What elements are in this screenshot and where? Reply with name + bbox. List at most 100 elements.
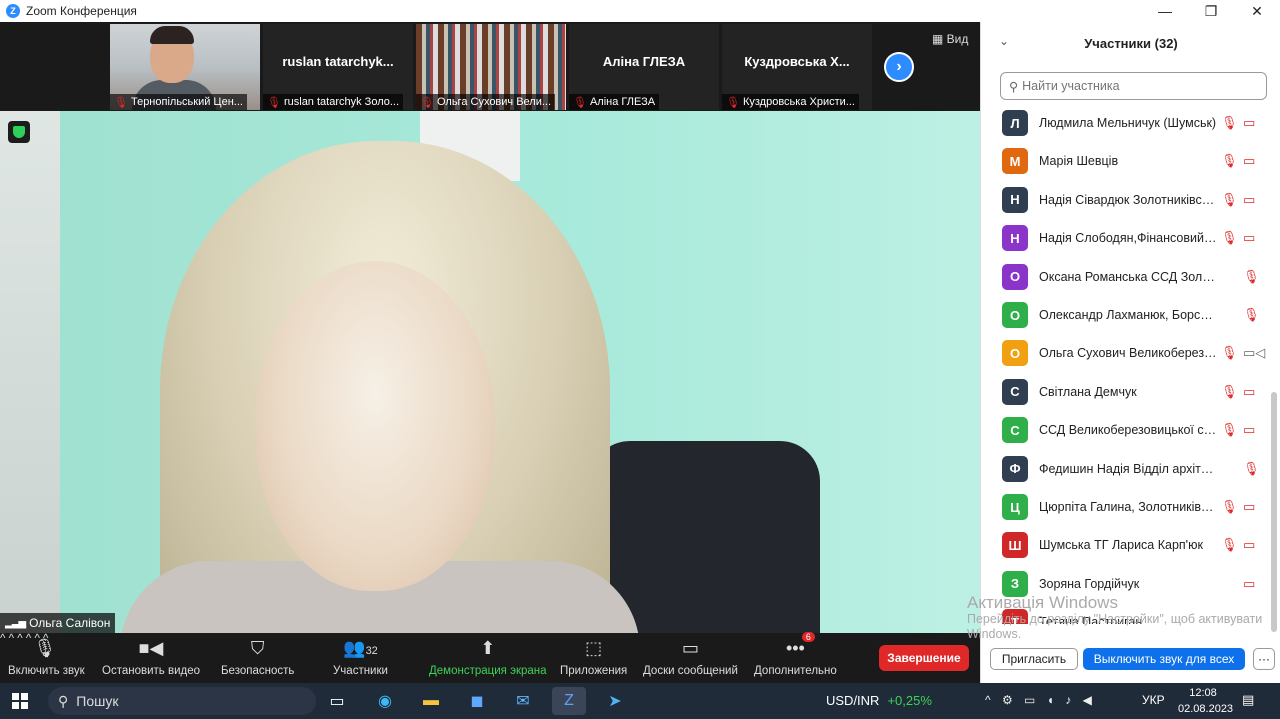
mail-icon[interactable]: ✉ — [506, 687, 540, 715]
participant-avatar: С — [1002, 378, 1028, 405]
unmute-button[interactable]: 🎙 Включить звук — [8, 633, 85, 683]
participant-row[interactable]: Ф Федишин Надія Відділ архітектури,... 🎙 — [981, 450, 1273, 488]
participant-row[interactable]: Н Надія Слободян,Фінансовий ві... 🎙 ▭ — [981, 219, 1273, 257]
participant-avatar: О — [1002, 263, 1028, 290]
thumbnail-name: Куздровська Х... — [744, 54, 850, 69]
restore-button[interactable]: ❐ — [1188, 0, 1234, 22]
video-thumbnail[interactable]: ruslan tatarchyk... 🎙 ruslan tatarchyk Зо… — [263, 24, 413, 110]
store-icon[interactable]: ◼ — [460, 687, 494, 715]
mute-all-button[interactable]: Выключить звук для всех — [1083, 648, 1245, 670]
participant-row[interactable]: Л Людмила Мельничук (Шумськ) 🎙 ▭ — [981, 104, 1273, 142]
zoom-logo-icon: Z — [6, 4, 20, 18]
participant-avatar: Ц — [1002, 494, 1028, 520]
system-tray-icons[interactable]: ^ ⚙ ▭ ◖ ♪ ◀ — [985, 693, 1096, 707]
video-thumbnail[interactable]: 🎙 Тернопільський Цен... — [110, 24, 260, 110]
edge-browser-icon[interactable]: ◉ — [368, 687, 402, 715]
mic-muted-icon: 🎙 — [114, 96, 128, 109]
participant-name: Шумська ТГ Лариса Карп'юк — [1039, 538, 1203, 553]
grid-view-icon: ▦ — [932, 32, 947, 46]
task-view-icon[interactable]: ▭ — [320, 687, 354, 715]
whiteboards-button[interactable]: ▭ Доски сообщений — [643, 633, 738, 683]
participant-row[interactable]: Н Надія Сівардюк Золотниківськ... 🎙 ▭ — [981, 181, 1273, 219]
participant-name: Світлана Демчук — [1039, 384, 1137, 399]
close-button[interactable]: ✕ — [1234, 0, 1280, 22]
zoom-taskbar-icon[interactable]: Z — [552, 687, 586, 715]
thumbnail-strip: 🎙 Тернопільський Цен... ruslan tatarchyk.… — [0, 22, 980, 111]
minimize-button[interactable]: — — [1142, 0, 1188, 22]
mic-muted-icon[interactable]: 🎙 — [1221, 230, 1238, 246]
video-thumbnail[interactable]: Аліна ГЛЕЗА 🎙 Аліна ГЛЕЗА — [569, 24, 719, 110]
next-page-button[interactable]: › — [884, 52, 914, 82]
participant-avatar: Н — [1002, 225, 1028, 252]
file-explorer-icon[interactable]: ▬ — [414, 687, 448, 715]
taskbar-clock[interactable]: 12:08 02.08.2023 — [1178, 685, 1233, 717]
mic-muted-icon[interactable]: 🎙 — [1221, 192, 1238, 208]
video-off-icon[interactable]: ▭ — [1243, 230, 1255, 246]
panel-scrollbar[interactable] — [1271, 392, 1277, 632]
participant-row[interactable]: О Олександр Лахманюк, Борсуківсь... 🎙 — [981, 296, 1273, 334]
participant-name: Федишин Надія Відділ архітектури,... — [1039, 461, 1217, 476]
participant-search[interactable]: ⚲ — [1000, 72, 1267, 100]
video-thumbnail[interactable]: Куздровська Х... 🎙 Куздровська Христи... — [722, 24, 872, 110]
language-indicator[interactable]: УКР — [1142, 693, 1165, 707]
end-meeting-button[interactable]: Завершение — [879, 645, 969, 671]
stop-video-button[interactable]: ■◀ Остановить видео — [102, 633, 200, 683]
search-icon: ⚲ — [1009, 79, 1019, 94]
thumbnail-name: ruslan tatarchyk... — [282, 54, 394, 69]
security-button[interactable]: ⛉ Безопасность — [221, 633, 294, 683]
mic-muted-icon[interactable]: 🎙 — [1221, 153, 1238, 169]
search-input[interactable] — [1022, 79, 1253, 93]
participant-row[interactable]: Ц Цюрпіта Галина, Золотниківсь... 🎙 ▭ — [981, 488, 1273, 526]
invite-button[interactable]: Пригласить — [990, 648, 1078, 670]
video-thumbnail[interactable]: 🎙 Ольга Сухович Вели... — [416, 24, 566, 110]
windows-start-icon[interactable] — [12, 693, 28, 709]
participant-name: Цюрпіта Галина, Золотниківсь... — [1039, 500, 1217, 514]
mic-muted-icon[interactable]: 🎙 — [1243, 307, 1260, 323]
mic-muted-icon[interactable]: 🎙 — [1243, 269, 1260, 285]
mic-muted-icon[interactable]: 🎙 — [1221, 537, 1238, 553]
video-off-icon[interactable]: ▭ — [1243, 384, 1255, 400]
more-button[interactable]: ••• 6 Дополнительно — [754, 632, 837, 683]
video-off-icon[interactable]: ▭ — [1243, 192, 1255, 208]
watermark-title: Активація Windows — [967, 593, 1118, 612]
participant-row[interactable]: С ССД Великоберезовицької се... 🎙 ▭ — [981, 411, 1273, 449]
view-button[interactable]: ▦ Вид — [932, 32, 968, 46]
participant-row[interactable]: О Оксана Романська ССД Золотникі... 🎙 — [981, 258, 1273, 296]
participant-row[interactable]: О Ольга Сухович Великоберезо... 🎙 ▭◁ — [981, 334, 1273, 372]
participant-avatar: М — [1002, 148, 1028, 175]
share-screen-button[interactable]: ⬆ Демонстрация экрана — [429, 633, 547, 683]
mic-muted-icon[interactable]: 🎙 — [1243, 461, 1260, 477]
video-off-icon[interactable]: ▭ — [1243, 115, 1255, 131]
security-shield-icon[interactable] — [8, 121, 30, 143]
taskbar-search-label: Пошук — [76, 693, 119, 709]
shield-icon: ⛉ — [250, 638, 265, 658]
telegram-icon[interactable]: ➤ — [598, 687, 632, 715]
mic-muted-icon[interactable]: 🎙 — [1221, 115, 1238, 131]
speaker-face — [255, 261, 495, 591]
video-on-icon[interactable]: ▭◁ — [1243, 345, 1265, 361]
video-off-icon[interactable]: ▭ — [1243, 422, 1255, 438]
audio-options-chevron-icon[interactable]: ^ — [0, 633, 5, 645]
video-off-icon[interactable]: ▭ — [1243, 153, 1255, 169]
participant-name: Зоряна Гордійчук — [1039, 576, 1140, 591]
panel-more-button[interactable]: ··· — [1253, 648, 1275, 670]
apps-button[interactable]: ⬚ Приложения — [560, 633, 627, 683]
active-speaker-video[interactable]: ▂▃▅ Ольга Салівон — [0, 111, 980, 633]
mic-muted-icon[interactable]: 🎙 — [1221, 422, 1238, 438]
watermark-subtitle: Перейдіть до розділу "Настройки", щоб ак… — [967, 612, 1263, 641]
mic-muted-icon[interactable]: 🎙 — [1221, 499, 1238, 515]
participant-row[interactable]: Ш Шумська ТГ Лариса Карп'юк 🎙 ▭ — [981, 526, 1273, 564]
window-title: Zoom Конференция — [26, 4, 137, 18]
video-off-icon[interactable]: ▭ — [1243, 576, 1255, 592]
taskbar-search[interactable]: ⚲ Пошук — [48, 687, 316, 715]
participant-row[interactable]: М Марія Шевців 🎙 ▭ — [981, 142, 1273, 180]
video-off-icon[interactable]: ▭ — [1243, 537, 1255, 553]
mic-muted-icon[interactable]: 🎙 — [1221, 384, 1238, 400]
participants-button[interactable]: 👥32 Участники — [333, 633, 388, 683]
currency-ticker[interactable]: USD/INR +0,25% — [826, 693, 932, 708]
mic-muted-icon: 🎙 — [267, 96, 281, 109]
notification-center-icon[interactable]: ▤ — [1242, 692, 1254, 708]
participant-row[interactable]: С Світлана Демчук 🎙 ▭ — [981, 373, 1273, 411]
mic-muted-icon[interactable]: 🎙 — [1221, 345, 1238, 361]
video-off-icon[interactable]: ▭ — [1243, 499, 1255, 515]
